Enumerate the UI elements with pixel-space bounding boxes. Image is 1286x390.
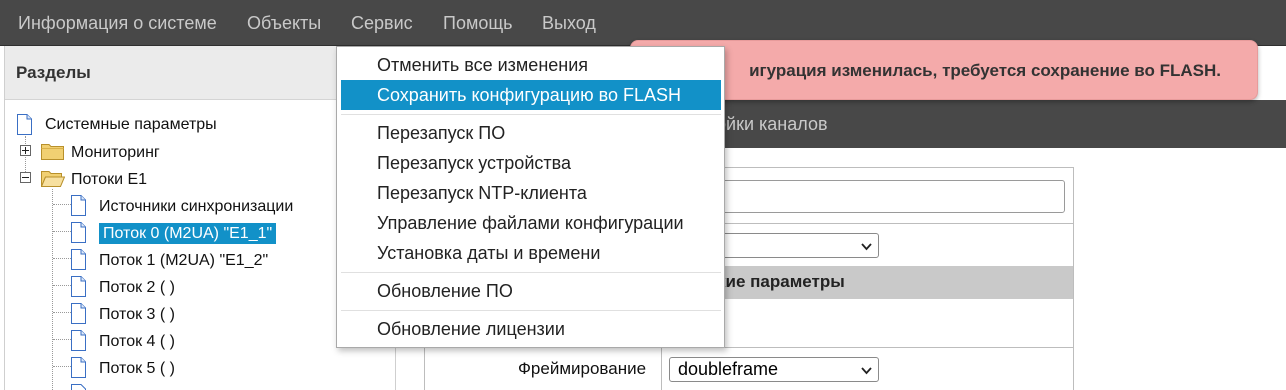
folder-open-icon: [41, 171, 65, 187]
sections-title: Разделы: [16, 63, 91, 82]
nav-help[interactable]: Помощь: [443, 0, 513, 46]
menu-divider: [341, 310, 721, 311]
tree-item-label[interactable]: Поток 1 (M2UA) "E1_2": [95, 250, 272, 271]
tree-item-label[interactable]: Мониторинг: [67, 142, 164, 163]
document-icon: [71, 330, 86, 351]
expand-icon[interactable]: [20, 145, 31, 156]
tree-connector: [53, 312, 71, 313]
tree-item-label[interactable]: Источники синхронизации: [95, 196, 297, 217]
menu-divider: [341, 272, 721, 273]
chevron-down-icon: [861, 243, 872, 251]
tree-connector: [53, 231, 71, 232]
document-icon: [71, 249, 86, 270]
nav-exit[interactable]: Выход: [542, 0, 596, 46]
name-input[interactable]: [669, 180, 1065, 213]
tree-item-label[interactable]: Системные параметры: [41, 114, 221, 135]
document-icon: [71, 384, 86, 390]
section-header-label: кие параметры: [717, 272, 845, 291]
tree-connector: [53, 204, 71, 205]
tree-item-label[interactable]: Поток 3 ( ): [95, 304, 179, 325]
framing-label: Фреймирование: [518, 359, 647, 378]
nav-service[interactable]: Сервис: [351, 0, 413, 46]
menu-save-config-flash[interactable]: Сохранить конфигурацию во FLASH: [341, 80, 721, 110]
tree-item-label[interactable]: Поток 5 ( ): [95, 358, 179, 379]
menu-undo-all-changes[interactable]: Отменить все изменения: [341, 50, 721, 80]
document-icon: [71, 357, 86, 378]
framing-select-value: doubleframe: [678, 359, 779, 379]
document-icon: [71, 276, 86, 297]
tree-item-label-selected[interactable]: Поток 0 (M2UA) "E1_1": [99, 223, 277, 244]
tree-item-label[interactable]: Поток 4 ( ): [95, 331, 179, 352]
tree-connector: [52, 189, 53, 390]
folder-icon: [41, 144, 64, 160]
nav-system-info[interactable]: Информация о системе: [18, 0, 217, 46]
menu-config-file-management[interactable]: Управление файлами конфигурации: [341, 208, 721, 238]
service-dropdown-menu: Отменить все изменения Сохранить конфигу…: [336, 46, 725, 348]
menu-restart-software[interactable]: Перезапуск ПО: [341, 118, 721, 148]
document-icon: [71, 303, 86, 324]
chevron-down-icon: [861, 367, 872, 375]
document-icon: [71, 222, 86, 243]
menu-restart-ntp-client[interactable]: Перезапуск NTP-клиента: [341, 178, 721, 208]
document-icon: [71, 195, 86, 216]
tree-connector: [53, 258, 71, 259]
framing-select[interactable]: doubleframe: [669, 357, 879, 382]
menu-software-update[interactable]: Обновление ПО: [341, 276, 721, 306]
document-icon: [17, 114, 32, 135]
tree-connector: [53, 339, 71, 340]
menu-set-date-time[interactable]: Установка даты и времени: [341, 238, 721, 268]
nav-objects[interactable]: Объекты: [247, 0, 321, 46]
tree-connector: [53, 366, 71, 367]
tree-connector: [25, 136, 26, 176]
tree-item-label[interactable]: Потоки E1: [67, 169, 151, 190]
tree-connector: [53, 285, 71, 286]
tree-item-label[interactable]: Поток 2 ( ): [95, 277, 179, 298]
menu-license-update[interactable]: Обновление лицензии: [341, 314, 721, 344]
menu-divider: [341, 114, 721, 115]
collapse-icon[interactable]: [20, 172, 31, 183]
menu-restart-device[interactable]: Перезапуск устройства: [341, 148, 721, 178]
